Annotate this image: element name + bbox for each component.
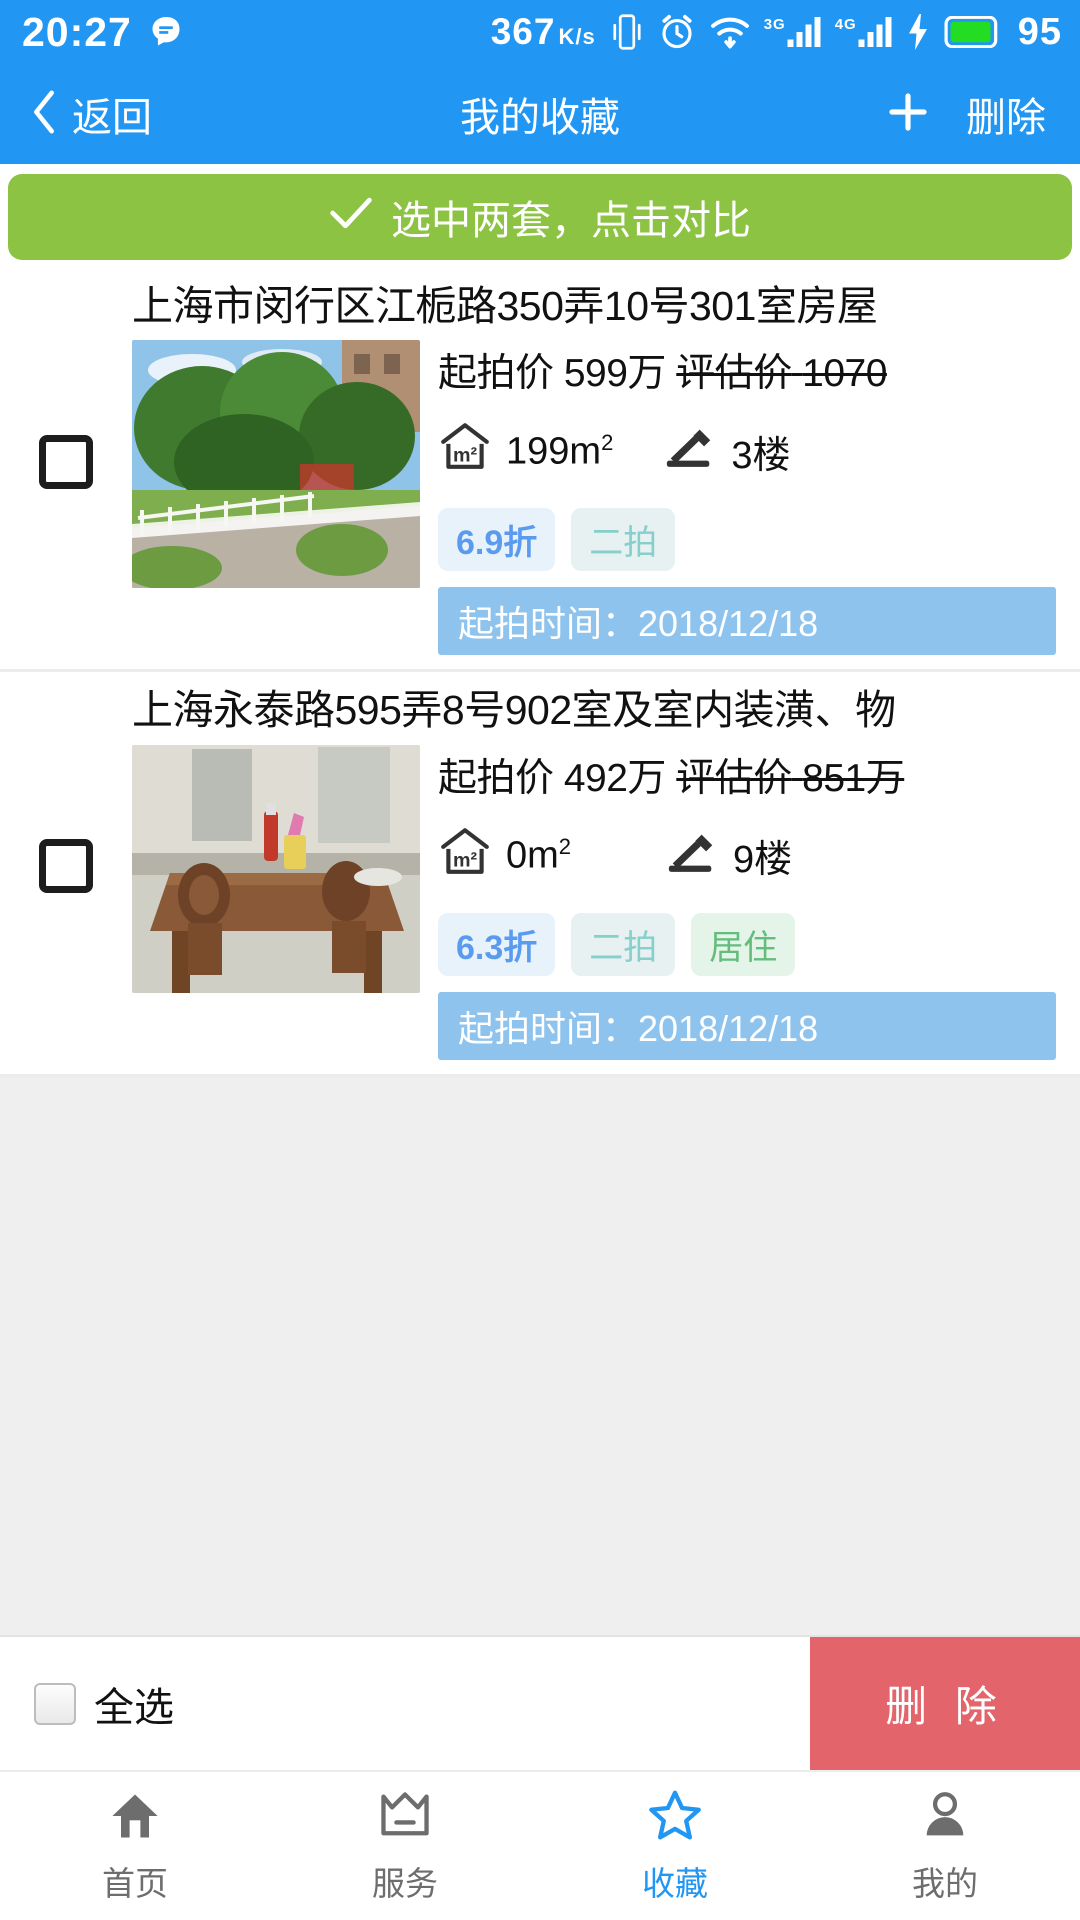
listing-floor-value: 9楼 [733,839,793,882]
gavel-icon [665,829,719,883]
listing-time-label: 起拍时间： [458,1007,639,1049]
battery-icon [944,16,1000,48]
gavel-icon [663,424,717,478]
network-speed: 367 K/s [490,11,596,52]
wifi-icon [710,13,750,51]
listing-tags: 6.9折 二拍 [438,508,1056,572]
listing-checkbox-wrap[interactable] [0,268,132,655]
appraisal-price: 评估价 851万 [676,756,905,800]
listing-title: 上海永泰路595弄8号902室及室内装潢、物 [132,687,896,734]
listing-time: 起拍时间：2018/12/18 [438,991,1056,1060]
listing-checkbox-wrap[interactable] [0,672,132,1059]
listing-tags: 6.3折 二拍 居住 [438,912,1056,976]
tag-discount: 6.9折 [438,508,556,572]
back-label: 返回 [72,96,152,140]
tag-round: 二拍 [571,912,676,976]
star-icon [647,1788,703,1849]
tab-bar: 首页 服务 收藏 我的 [0,1770,1080,1920]
start-price-label: 起拍价 [438,756,554,800]
delete-selected-button[interactable]: 删 除 [810,1637,1080,1770]
listing-photo[interactable] [132,340,420,589]
listing-title: 上海市闵行区江栀路350弄10号301室房屋 [132,283,878,329]
vibrate-icon [610,13,644,51]
tag-discount: 6.3折 [438,912,556,976]
tab-service-label: 服务 [372,1864,438,1902]
compare-banner-wrap: 选中两套，点击对比 [0,164,1080,268]
battery-level: 95 [1017,10,1062,53]
svg-text:m²: m² [453,849,478,871]
listing-price-row: 起拍价 599万 评估价 1070 [438,340,1056,398]
select-all-row[interactable]: 全选 [0,1637,810,1770]
listing-area-value: 199m2 [506,429,614,473]
listing-time: 起拍时间：2018/12/18 [438,587,1056,656]
chevron-left-icon [30,89,58,140]
tab-profile[interactable]: 我的 [810,1772,1080,1920]
listing-checkbox[interactable] [39,839,93,894]
appraisal-price: 评估价 1070 [676,352,887,396]
house-area-icon: m² [438,825,492,887]
listing-floor-value: 3楼 [731,434,791,477]
listing-floor: 3楼 [663,424,790,479]
list-item[interactable]: 上海市闵行区江栀路350弄10号301室房屋 起拍价 599万 评估价 1070… [0,268,1080,673]
select-all-label: 全选 [94,1685,174,1730]
listing-time-value: 2018/12/18 [638,603,819,645]
favorites-list: 上海市闵行区江栀路350弄10号301室房屋 起拍价 599万 评估价 1070… [0,268,1080,1077]
svg-text:m²: m² [453,445,478,467]
tab-home-label: 首页 [102,1864,168,1902]
charging-bolt-icon [906,14,930,50]
start-price-value: 599万 [563,352,667,396]
action-bar: 全选 删 除 [0,1635,1080,1770]
tag-use: 居住 [691,912,796,976]
listing-floor: 9楼 [665,828,792,883]
listing-area: m² 199m2 [438,420,613,482]
message-icon [148,14,184,50]
person-icon [917,1788,973,1849]
house-area-icon: m² [438,420,492,482]
signal-3g-icon: 3G [764,17,821,47]
compare-banner-label: 选中两套，点击对比 [391,199,751,243]
listing-area: m² 0m2 [438,825,571,887]
listing-area-value: 0m2 [506,833,572,877]
add-button[interactable] [884,88,932,141]
listing-time-value: 2018/12/18 [638,1007,819,1049]
check-icon [329,195,373,240]
back-button[interactable]: 返回 [0,85,152,143]
status-bar: 20:27 367 K/s 3G 4G 95 [0,0,1080,64]
listing-price-row: 起拍价 492万 评估价 851万 [438,745,1056,803]
listing-time-label: 起拍时间： [458,603,639,645]
tab-home[interactable]: 首页 [0,1772,270,1920]
start-price-value: 492万 [563,756,667,800]
listing-photo[interactable] [132,744,420,993]
tab-favorites[interactable]: 收藏 [540,1772,810,1920]
delete-button[interactable]: 删除 [966,85,1046,143]
select-all-checkbox[interactable] [34,1682,76,1725]
nav-bar: 返回 我的收藏 删除 [0,64,1080,164]
list-item[interactable]: 上海永泰路595弄8号902室及室内装潢、物 起拍价 492万 评估价 851万… [0,672,1080,1077]
tab-favorites-label: 收藏 [642,1864,708,1902]
compare-banner[interactable]: 选中两套，点击对比 [8,174,1072,260]
listing-checkbox[interactable] [39,434,93,489]
signal-4g-icon: 4G [835,17,892,47]
status-time: 20:27 [22,8,132,55]
tag-round: 二拍 [571,508,676,572]
alarm-icon [658,13,696,51]
home-icon [107,1788,163,1849]
tab-service[interactable]: 服务 [270,1772,540,1920]
tab-profile-label: 我的 [912,1864,978,1902]
start-price-label: 起拍价 [438,352,554,396]
crown-icon [377,1788,433,1849]
